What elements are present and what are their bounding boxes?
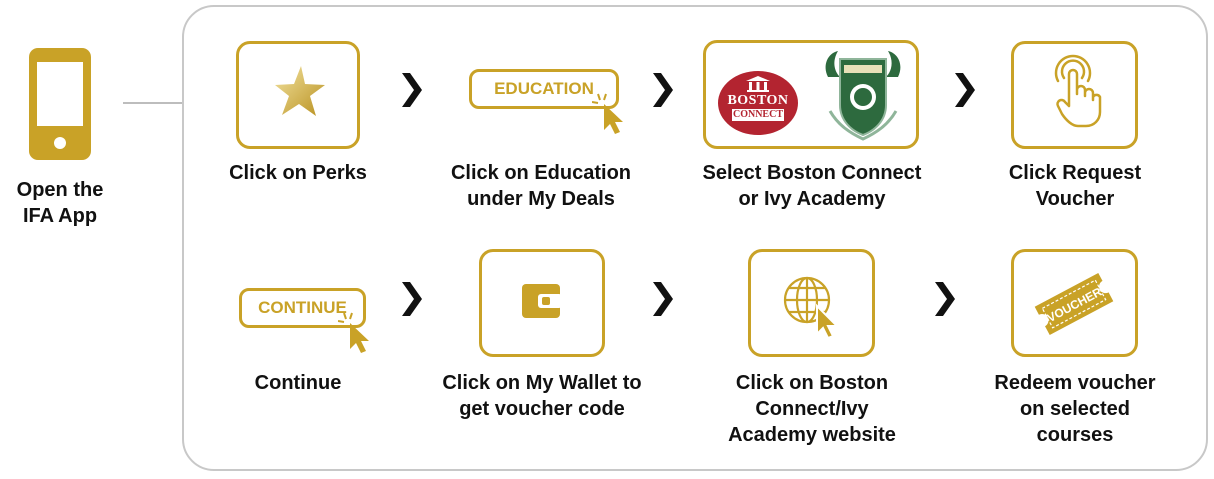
phone-screen xyxy=(37,62,83,126)
step-perks-box xyxy=(236,41,360,149)
step-continue-label: Continue xyxy=(206,370,390,396)
step-request-box xyxy=(1011,41,1138,149)
start-label-line2: IFA App xyxy=(22,205,98,227)
step-education-label: Click on Education under My Deals xyxy=(426,160,656,212)
step-select-label: Select Boston Connect or Ivy Academy xyxy=(688,160,936,212)
connector-line xyxy=(123,102,183,104)
tap-hand-icon xyxy=(1054,54,1102,128)
cursor-icon xyxy=(338,312,369,353)
step-perks-line1: Click on Perks xyxy=(229,162,367,184)
step-select-line1: Select Boston Connect xyxy=(702,162,922,184)
step-redeem-line1: Redeem voucher xyxy=(994,372,1156,394)
step-website-line3: Academy website xyxy=(728,424,896,446)
step-wallet-line1: Click on My Wallet to xyxy=(442,372,642,394)
step-request-label: Click Request Voucher xyxy=(980,160,1170,212)
wallet-icon xyxy=(522,284,562,318)
globe-icon xyxy=(783,276,840,340)
chevron-right-icon xyxy=(955,73,975,107)
building-icon xyxy=(746,76,770,92)
phone-home-button xyxy=(54,137,66,149)
step-website-line1: Click on Boston xyxy=(735,372,889,394)
boston-sub-text: CONNECT xyxy=(732,109,784,121)
step-education-line1: Click on Education xyxy=(450,162,632,184)
chevron-right-icon xyxy=(653,282,673,316)
chevron-right-icon xyxy=(402,73,422,107)
voucher-ticket-icon: VOUCHER xyxy=(1034,272,1114,336)
step-wallet-line2: get voucher code xyxy=(459,398,625,420)
step-website-line2: Connect/Ivy xyxy=(755,398,869,420)
start-label-line1: Open the xyxy=(16,179,104,201)
phone-icon xyxy=(29,48,91,160)
chevron-right-icon xyxy=(653,73,673,107)
step-select-box: BOSTON CONNECT xyxy=(703,40,919,149)
boston-connect-logo: BOSTON CONNECT xyxy=(718,71,798,135)
step-continue-line1: Continue xyxy=(254,372,342,394)
step-redeem-line3: courses xyxy=(1036,424,1114,446)
cursor-icon xyxy=(592,93,623,134)
step-website-box xyxy=(748,249,875,357)
step-request-line2: Voucher xyxy=(1035,188,1115,210)
step-perks-label: Click on Perks xyxy=(206,160,390,186)
chevron-right-icon xyxy=(935,282,955,316)
start-label: Open the IFA App xyxy=(0,177,120,229)
step-education-line2: under My Deals xyxy=(467,188,615,210)
boston-name-text: BOSTON xyxy=(727,93,789,108)
step-website-label: Click on Boston Connect/Ivy Academy webs… xyxy=(688,370,936,448)
ivy-academy-crest-icon xyxy=(825,51,901,141)
step-request-line1: Click Request xyxy=(1008,162,1142,184)
step-redeem-label: Redeem voucher on selected courses xyxy=(975,370,1175,448)
step-select-line2: or Ivy Academy xyxy=(738,188,886,210)
step-wallet-box xyxy=(479,249,605,357)
star-icon xyxy=(275,66,325,116)
chevron-right-icon xyxy=(402,282,422,316)
step-wallet-label: Click on My Wallet to get voucher code xyxy=(416,370,668,422)
step-redeem-box: VOUCHER xyxy=(1011,249,1138,357)
step-redeem-line2: on selected xyxy=(1019,398,1131,420)
